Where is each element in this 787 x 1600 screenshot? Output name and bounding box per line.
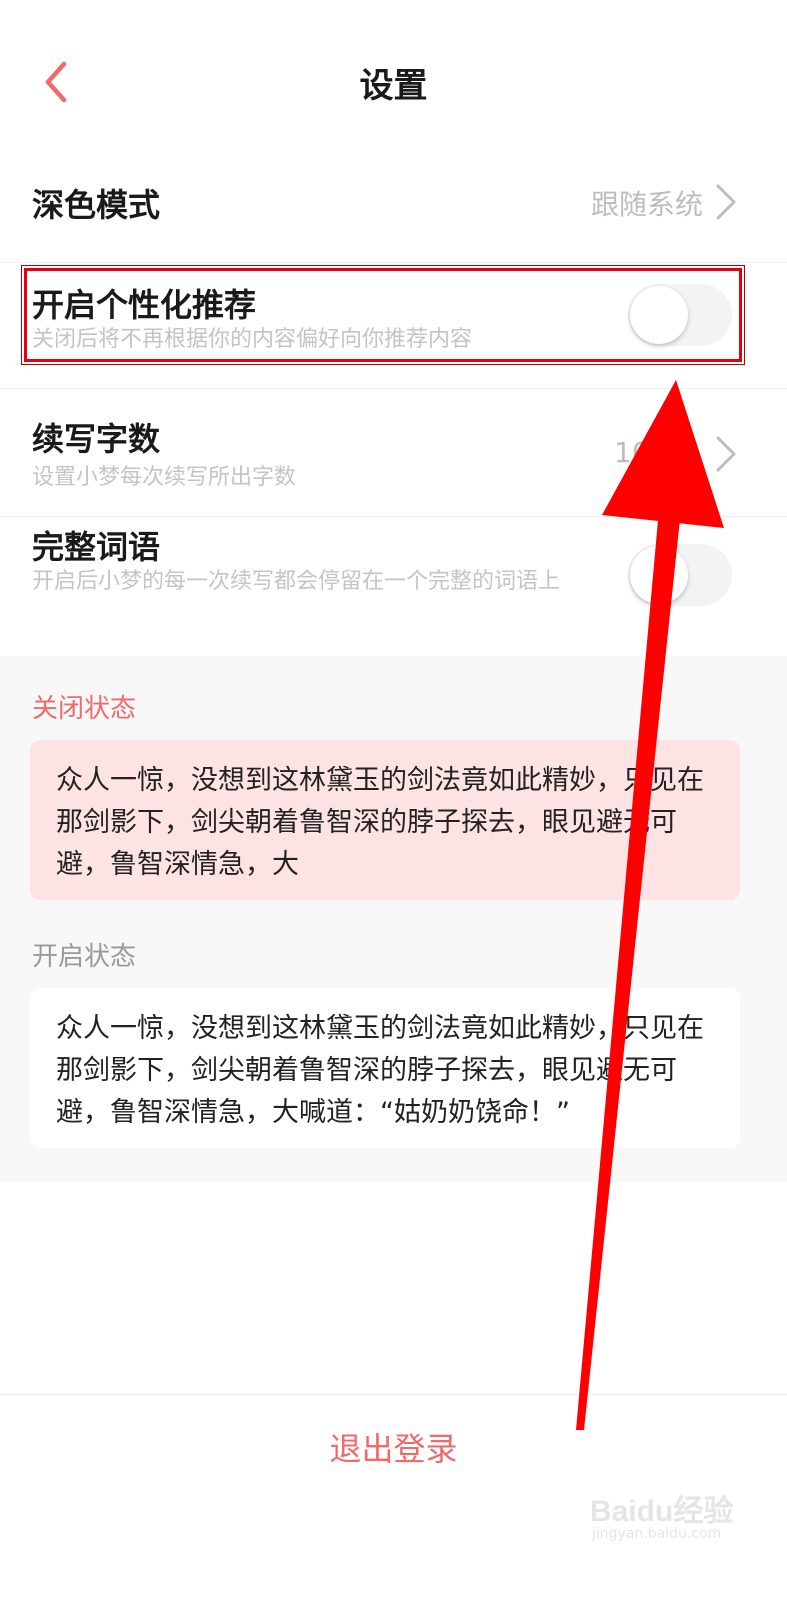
continue-words-description: 设置小梦每次续写所出字数	[32, 465, 297, 490]
divider	[0, 262, 787, 263]
chevron-right-icon	[716, 436, 736, 472]
continue-words-value: 10	[614, 436, 650, 469]
annotation-highlight-box	[21, 265, 745, 365]
divider	[0, 388, 787, 389]
on-state-label: 开启状态	[32, 942, 137, 972]
dark-mode-value: 跟随系统	[590, 188, 703, 221]
off-state-label: 关闭状态	[32, 694, 137, 724]
complete-words-toggle[interactable]	[628, 544, 732, 606]
dark-mode-label: 深色模式	[32, 186, 161, 224]
complete-words-label: 完整词语	[32, 528, 161, 566]
on-state-example: 众人一惊，没想到这林黛玉的剑法竟如此精妙，只见在那剑影下，剑尖朝着鲁智深的脖子探…	[30, 988, 740, 1148]
watermark-brand: Baidu经验	[590, 1495, 734, 1528]
divider	[0, 516, 787, 517]
baidu-watermark: Baidu经验 jingyan.baidu.com	[580, 1486, 740, 1556]
divider	[0, 1394, 787, 1395]
toggle-knob	[630, 546, 688, 604]
logout-button[interactable]: 退出登录	[0, 1424, 787, 1470]
header: 设置	[0, 0, 787, 160]
complete-words-description: 开启后小梦的每一次续写都会停留在一个完整的词语上	[32, 569, 561, 594]
chevron-right-icon	[716, 184, 736, 220]
page-title: 设置	[359, 66, 428, 106]
continue-words-label: 续写字数	[32, 420, 161, 458]
watermark-site: jingyan.baidu.com	[592, 1526, 722, 1542]
off-state-example: 众人一惊，没想到这林黛玉的剑法竟如此精妙，只见在那剑影下，剑尖朝着鲁智深的脖子探…	[30, 740, 740, 900]
